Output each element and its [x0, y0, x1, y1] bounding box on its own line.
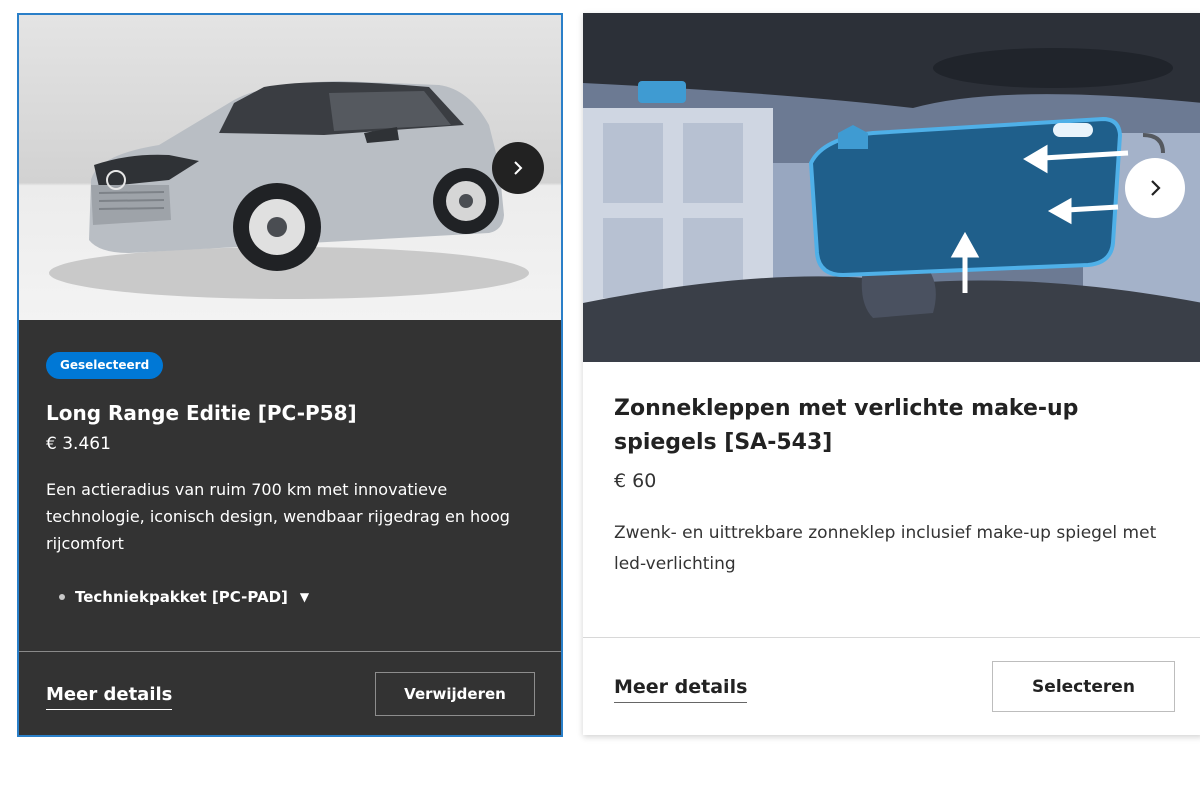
package-toggle[interactable]: Techniekpakket [PC-PAD] ▼ [59, 586, 309, 608]
more-details-link[interactable]: Meer details [614, 674, 748, 703]
caret-down-icon: ▼ [299, 590, 310, 604]
sun-visor-illustration [583, 13, 1200, 362]
next-image-button[interactable] [1125, 158, 1185, 218]
selected-badge: Geselecteerd [46, 352, 164, 379]
option-description: Zwenk- en uittrekbare zonneklep inclusie… [614, 523, 1157, 574]
option-card-long-range[interactable]: Geselecteerd Long Range Editie [PC-P58] … [17, 13, 563, 737]
card-footer: Meer details Selecteren [583, 637, 1200, 735]
option-card-sun-visor[interactable]: Zonnekleppen met verlichte make-up spieg… [583, 13, 1200, 735]
option-title: Zonnekleppen met verlichte make-up spieg… [614, 396, 1079, 455]
chevron-right-icon [514, 161, 523, 175]
bullet-icon [59, 594, 65, 600]
option-price: € 3.461 [46, 434, 111, 454]
remove-button[interactable]: Verwijderen [375, 672, 535, 716]
sun-visor-image [583, 13, 1200, 362]
package-label: Techniekpakket [PC-PAD] [75, 588, 288, 606]
chevron-right-icon [1151, 180, 1161, 196]
option-price: € 60 [614, 470, 657, 492]
more-details-link[interactable]: Meer details [46, 683, 173, 710]
card-footer: Meer details Verwijderen [19, 651, 561, 735]
option-description: Een actieradius van ruim 700 km met inno… [46, 480, 510, 553]
car-photo [49, 81, 529, 299]
next-image-button[interactable] [492, 142, 544, 194]
select-button[interactable]: Selecteren [992, 661, 1175, 712]
car-image [19, 15, 561, 320]
option-title: Long Range Editie [PC-P58] [46, 401, 357, 425]
